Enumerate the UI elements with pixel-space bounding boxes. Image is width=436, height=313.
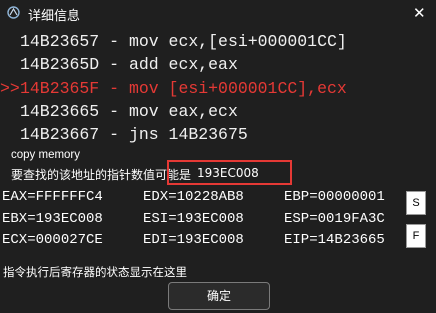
separator: - [99, 55, 129, 75]
window-title: 详细信息 [28, 9, 81, 24]
close-icon: ✕ [413, 4, 426, 22]
register-edi[interactable]: EDI=193EC008 [143, 232, 244, 248]
separator: - [99, 125, 129, 145]
disassembly-view: 14B23657 - mov ecx,[esi+000001CC] 14B2365… [0, 30, 436, 146]
f-button[interactable]: F [406, 224, 426, 248]
title-bar: 详细信息 ✕ [0, 0, 436, 26]
instruction-address: 14B23665 [20, 101, 100, 121]
ok-button[interactable]: 确定 [168, 282, 270, 310]
app-logo-icon [7, 6, 20, 19]
disassembly-line[interactable]: 14B23667 - jns 14B23675 [0, 123, 436, 146]
instruction-address: 14B23657 [20, 32, 100, 51]
register-ebp[interactable]: EBP=00000001 [284, 189, 385, 205]
register-edx[interactable]: EDX=10228AB8 [143, 189, 244, 205]
separator: - [99, 101, 129, 121]
copy-memory-label: copy memory [11, 149, 81, 161]
register-ecx[interactable]: ECX=000027CE [2, 232, 103, 248]
register-eax[interactable]: EAX=FFFFFFC4 [2, 189, 103, 205]
status-text: 指令执行后寄存器的状态显示在这里 [3, 265, 187, 279]
disassembly-line-current[interactable]: >>14B2365F - mov [esi+000001CC],ecx [0, 77, 436, 100]
instruction-text: mov eax,ecx [128, 101, 238, 121]
s-button[interactable]: S [406, 191, 426, 215]
separator: - [99, 78, 129, 98]
register-esi[interactable]: ESI=193EC008 [143, 211, 244, 227]
instruction-address: 14B2365F [20, 78, 100, 98]
pointer-value[interactable]: 193EC008 [197, 166, 259, 180]
instruction-address: 14B23667 [20, 125, 100, 145]
disassembly-line[interactable]: 14B2365D - add ecx,eax [0, 53, 436, 76]
instruction-text: mov [esi+000001CC],ecx [128, 78, 347, 98]
register-ebx[interactable]: EBX=193EC008 [2, 211, 103, 227]
register-eip[interactable]: EIP=14B23665 [284, 232, 385, 248]
pointer-hint-label: 要查找的该地址的指针数值可能是 [11, 168, 192, 182]
instruction-text: add ecx,eax [128, 55, 238, 75]
separator: - [99, 32, 129, 51]
disassembly-line[interactable]: 14B23657 - mov ecx,[esi+000001CC] [0, 30, 436, 53]
instruction-text: jns 14B23675 [128, 125, 248, 145]
instruction-address: 14B2365D [20, 55, 100, 75]
register-esp[interactable]: ESP=0019FA3C [284, 211, 385, 227]
close-button[interactable]: ✕ [400, 0, 436, 26]
current-line-marker: >> [0, 78, 20, 98]
disassembly-line[interactable]: 14B23665 - mov eax,ecx [0, 100, 436, 123]
instruction-text: mov ecx,[esi+000001CC] [128, 32, 347, 51]
